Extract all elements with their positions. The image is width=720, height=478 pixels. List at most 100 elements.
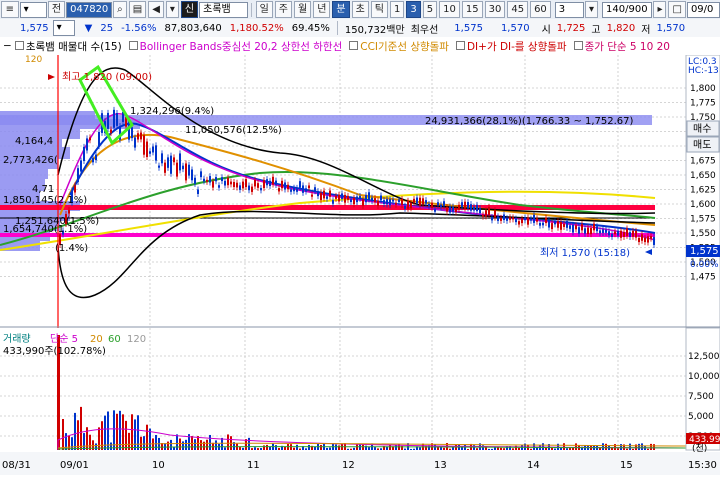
candle-body (521, 218, 523, 224)
sound-icon[interactable]: ◀ (148, 1, 164, 18)
candle-body (635, 230, 637, 238)
candle-body (194, 177, 196, 184)
period-second-button[interactable]: 초 (351, 1, 369, 18)
candle-body (143, 135, 145, 155)
candle-body (563, 223, 565, 227)
candle-body (458, 204, 460, 210)
price-dropdown[interactable]: ▾ (52, 20, 75, 36)
profile-label-b: 4,164,4 (15, 136, 53, 147)
side-buy-label: 매수 (693, 123, 711, 135)
volume-bar (146, 424, 148, 450)
prev-stock-button[interactable]: 전 (47, 1, 66, 18)
stock-code-input[interactable]: 047820 (66, 1, 113, 18)
checkbox-icon[interactable]: □ (668, 1, 686, 18)
volume-bar (305, 448, 307, 450)
interval-10-button[interactable]: 10 (439, 1, 460, 18)
time-label: 15 (620, 460, 633, 471)
price-tick-label: 1,625 (690, 186, 716, 196)
volume-bar (275, 445, 277, 450)
chart-svg[interactable]: 최고 1,820 (09:00) 최저 1,570 (15:18) 24,931… (0, 54, 720, 475)
candle-body (383, 200, 385, 204)
period-year-button[interactable]: 년 (313, 1, 331, 18)
candle-body (623, 232, 625, 238)
volume-bar (419, 447, 421, 450)
period-day-button[interactable]: 일 (255, 1, 273, 18)
volume-bar (563, 443, 565, 450)
list-icon[interactable]: ▤ (128, 1, 147, 18)
search-icon[interactable]: ⌕ (113, 1, 127, 18)
period-month-button[interactable]: 월 (293, 1, 312, 18)
candle-body (599, 230, 601, 234)
interval-60-button[interactable]: 60 (530, 1, 551, 18)
interval-15-button[interactable]: 15 (461, 1, 483, 18)
interval-stepper[interactable]: 3 (554, 1, 584, 18)
interval-3-button[interactable]: 3 (406, 1, 421, 18)
checkbox-icon[interactable] (128, 40, 138, 50)
indicator-di[interactable]: DI+가 DI-를 상향돌파 (455, 39, 567, 54)
candle-body (305, 188, 307, 192)
candle-body (557, 221, 559, 228)
candle-body (353, 197, 355, 205)
candle-body (281, 180, 283, 189)
date-field[interactable]: 09/0 (686, 1, 720, 18)
volume-bar (284, 446, 286, 450)
indicator-cci[interactable]: CCI기준선 상향돌파 (349, 39, 449, 54)
stepper-down-icon[interactable]: ▾ (585, 1, 599, 18)
candle-body (584, 228, 586, 234)
candle-body (167, 157, 169, 168)
candle-body (77, 168, 79, 182)
candle-body (524, 217, 526, 221)
candle-body (89, 137, 91, 141)
candle-body (473, 206, 475, 211)
chart-area[interactable]: 최고 1,820 (09:00) 최저 1,570 (15:18) 24,931… (0, 54, 720, 475)
candle-body (431, 202, 433, 208)
interval-30-button[interactable]: 30 (484, 1, 506, 18)
menu-icon[interactable]: ≡ (1, 1, 19, 18)
stock-name-field[interactable]: 초록뱀 (199, 1, 248, 18)
volume-bar (71, 437, 73, 450)
candle-body (638, 237, 640, 243)
arrow-right-icon[interactable]: ▸ (653, 1, 667, 18)
checkbox-icon[interactable] (573, 40, 583, 50)
indicator-volume-profile[interactable]: 초록뱀 매물대 수(15) (14, 39, 122, 54)
high-annotation: 최고 1,820 (09:00) (62, 71, 152, 83)
count-field[interactable]: 140/900 (602, 1, 653, 18)
unit-select[interactable]: ▾ (19, 1, 47, 18)
candle-body (374, 198, 376, 203)
indicator-ma[interactable]: 종가 단순 5 10 20 (573, 39, 670, 54)
time-axis[interactable] (0, 452, 720, 475)
volume-bar (167, 441, 169, 450)
time-label: 12 (342, 460, 355, 471)
down-arrow-icon[interactable]: ▾ (165, 1, 179, 18)
checkbox-icon[interactable] (455, 40, 465, 50)
indicator-bollinger[interactable]: Bollinger Bands중심선 20,2 상한선 하한선 (128, 39, 342, 54)
volume-bar (605, 443, 607, 450)
volume-bar (362, 444, 364, 450)
candle-body (251, 186, 253, 192)
volume-bar (200, 440, 202, 450)
best-bid-price: 1,570 (500, 22, 530, 34)
interval-45-button[interactable]: 45 (507, 1, 529, 18)
candle-body (308, 185, 310, 189)
interval-5-button[interactable]: 5 (422, 1, 438, 18)
checkbox-icon[interactable] (349, 40, 359, 50)
candle-body (512, 217, 514, 220)
candle-body (554, 221, 556, 225)
checkbox-icon[interactable] (14, 40, 24, 50)
period-tick-button[interactable]: 틱 (370, 1, 388, 18)
volume-bar (425, 445, 427, 450)
candle-body (647, 236, 649, 243)
volume-bar (566, 448, 568, 450)
price-panel[interactable] (0, 55, 686, 325)
period-minute-button[interactable]: 분 (332, 1, 350, 18)
vol-legend-ma20: 20 (90, 334, 103, 345)
side-sell-label: 매도 (693, 139, 711, 151)
time-label: 13 (434, 460, 447, 471)
period-week-button[interactable]: 주 (274, 1, 292, 18)
indicator-collapse-icon[interactable]: − (3, 40, 12, 52)
indicator-legend: − 초록뱀 매물대 수(15) Bollinger Bands중심선 20,2 … (0, 37, 720, 56)
candle-body (272, 176, 274, 185)
volume-bar (617, 448, 619, 450)
interval-1-button[interactable]: 1 (390, 1, 405, 18)
candle-body (518, 221, 520, 225)
